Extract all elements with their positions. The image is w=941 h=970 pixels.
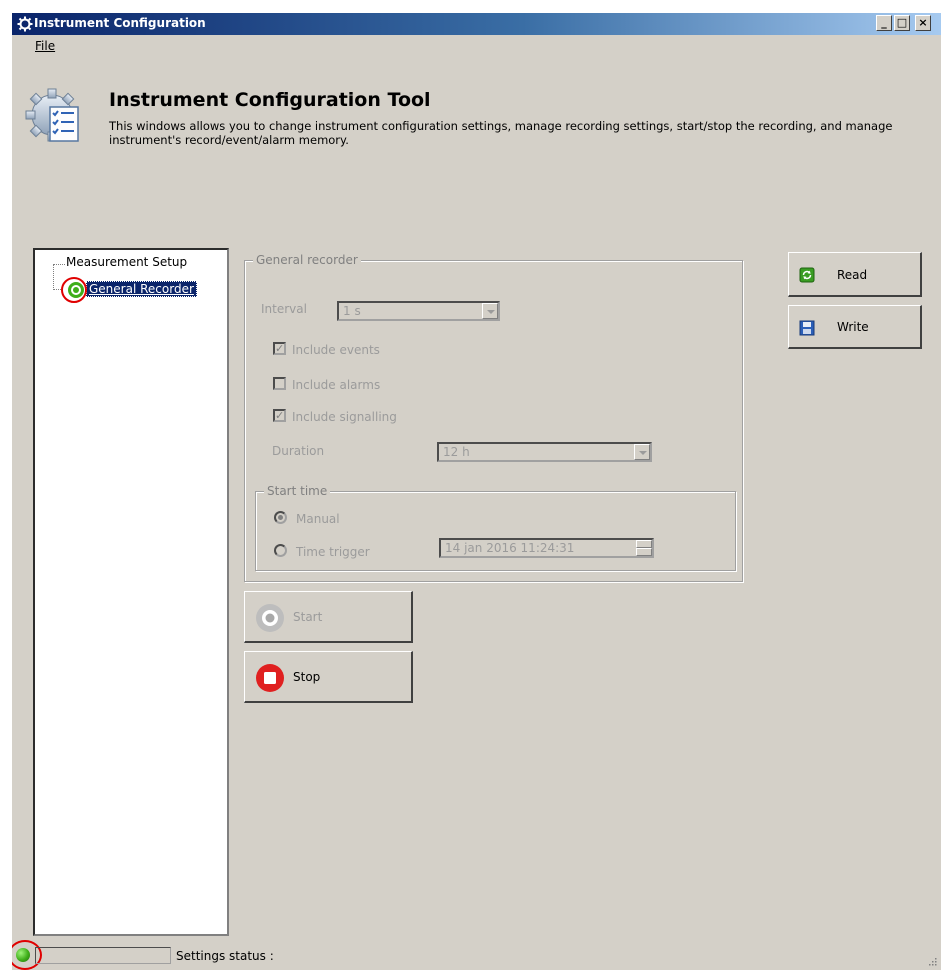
page-description: This windows allows you to change instru…: [109, 119, 893, 147]
trigger-datetime-value: 14 jan 2016 11:24:31: [445, 541, 575, 555]
stop-icon: [256, 664, 284, 692]
include-events-label: Include events: [292, 343, 380, 357]
write-label: Write: [837, 320, 869, 334]
title-bar[interactable]: Instrument Configuration _ □ ×: [12, 13, 941, 35]
chevron-down-icon[interactable]: [482, 303, 498, 319]
include-events-checkbox[interactable]: ✓: [273, 342, 286, 355]
chevron-down-icon[interactable]: [634, 444, 650, 460]
read-label: Read: [837, 268, 868, 282]
include-alarms-checkbox[interactable]: [273, 377, 286, 390]
stop-button[interactable]: Stop: [244, 651, 413, 703]
menu-file[interactable]: File: [35, 39, 55, 53]
status-progress-field: [35, 947, 171, 964]
include-signalling-label: Include signalling: [292, 410, 397, 424]
include-alarms-label: Include alarms: [292, 378, 381, 392]
interval-label: Interval: [261, 302, 307, 316]
general-recorder-group: General recorder Interval 1 s ✓ Include …: [244, 253, 743, 582]
settings-tree[interactable]: Measurement Setup General Recorder: [33, 248, 229, 936]
start-time-label: Start time: [264, 484, 331, 498]
tree-connector: [53, 264, 54, 290]
record-icon: [256, 604, 284, 632]
start-label: Start: [293, 610, 323, 624]
group-label: General recorder: [253, 253, 361, 267]
page-title: Instrument Configuration Tool: [109, 89, 431, 111]
tree-node-general-recorder[interactable]: General Recorder: [86, 281, 197, 297]
interval-value: 1 s: [343, 304, 361, 318]
time-trigger-radio[interactable]: [274, 544, 287, 557]
settings-checklist-icon: [25, 88, 79, 142]
manual-label: Manual: [296, 512, 340, 526]
window-title: Instrument Configuration: [34, 16, 206, 30]
resize-grip-icon[interactable]: [927, 956, 937, 966]
spin-arrows-icon[interactable]: [636, 540, 652, 560]
minimize-button[interactable]: _: [876, 15, 892, 31]
stop-label: Stop: [293, 670, 321, 684]
interval-select[interactable]: 1 s: [337, 301, 500, 321]
start-button[interactable]: Start: [244, 591, 413, 643]
status-bar: Settings status :: [12, 940, 941, 970]
maximize-button[interactable]: □: [894, 15, 910, 31]
manual-radio[interactable]: [274, 511, 287, 524]
refresh-icon: [799, 267, 815, 283]
duration-value: 12 h: [443, 445, 470, 459]
trigger-datetime-picker[interactable]: 14 jan 2016 11:24:31: [439, 538, 654, 558]
floppy-disk-icon: [799, 320, 815, 336]
settings-status-label: Settings status :: [176, 949, 274, 963]
duration-label: Duration: [272, 444, 325, 458]
app-window: Instrument Configuration _ □ × File Inst…: [12, 13, 941, 970]
include-signalling-checkbox[interactable]: ✓: [273, 409, 286, 422]
menu-bar: File: [12, 36, 941, 56]
close-button[interactable]: ×: [915, 15, 931, 31]
gear-icon: [17, 16, 33, 32]
time-trigger-label: Time trigger: [296, 545, 370, 559]
tree-node-measurement-setup[interactable]: Measurement Setup: [66, 255, 187, 269]
start-time-group: Start time Manual Time trigger 14 jan 20…: [255, 484, 736, 571]
duration-select[interactable]: 12 h: [437, 442, 652, 462]
read-button[interactable]: Read: [788, 252, 922, 297]
write-button[interactable]: Write: [788, 305, 922, 349]
annotation-circle: [61, 277, 87, 303]
tree-connector: [53, 264, 65, 265]
